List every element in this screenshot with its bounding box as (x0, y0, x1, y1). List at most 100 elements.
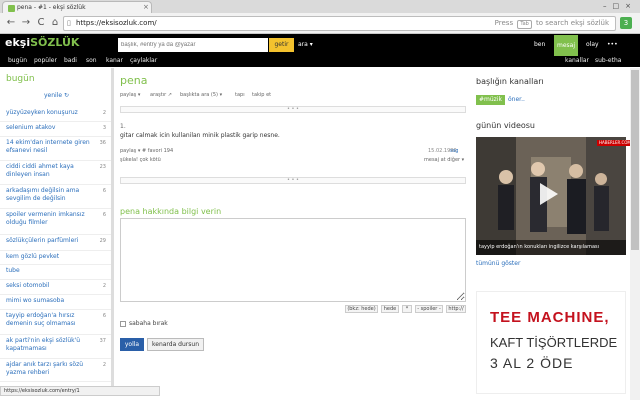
address-bar[interactable]: ▯ https://eksisozluk.com/ Press Tab to s… (63, 16, 616, 31)
url-text: https://eksisozluk.com/ (76, 19, 157, 27)
topic-title: ciddi ciddi ahmet kaya dinleyen insan (6, 163, 74, 178)
see-all-link[interactable]: tümünü göster (476, 260, 520, 267)
entry-author[interactable]: ssg (450, 148, 458, 154)
entry-actions[interactable]: paylaş ▾ # favori 194 (120, 148, 173, 155)
ad-subline: KAFT TİŞÖRTLERDE (490, 335, 618, 350)
hede-button[interactable]: hede (381, 305, 399, 313)
tab-key-icon: Tab (517, 20, 532, 29)
channels-title: başlığın kanalları (476, 77, 544, 86)
logo-part-b: SÖZLÜK (30, 36, 80, 49)
browser-toolbar: ← → C ⌂ ▯ https://eksisozluk.com/ Press … (0, 13, 640, 34)
site-logo[interactable]: ekşiSÖZLÜK (5, 36, 79, 49)
search-in-topic[interactable]: başlıkta ara (5) ▾ (180, 92, 222, 99)
topic-title: 14 ekim'dan internete giren efsanevi nes… (6, 139, 90, 154)
reload-icon[interactable]: C (34, 16, 48, 30)
pagination-dots-bottom[interactable]: • • • (120, 177, 466, 184)
topic-count: 2 (102, 110, 106, 116)
back-icon[interactable]: ← (4, 16, 18, 30)
topic-list-item[interactable]: yüzyüzeyken konuşuruz 2 (0, 108, 112, 122)
nav-kanallar[interactable]: kanallar (565, 57, 589, 65)
pagination-dots[interactable]: • • • (120, 106, 466, 113)
channel-tag[interactable]: #müzik (476, 95, 505, 105)
topic-count: 29 (99, 238, 106, 244)
hint-suffix: to search ekşi sözlük (536, 19, 609, 27)
save-for-morning-checkbox[interactable] (120, 321, 126, 327)
topic-list-item[interactable]: spoiler vermenin imkansız olduğu filmler… (0, 210, 112, 235)
topic-list-item[interactable]: ciddi ciddi ahmet kaya dinleyen insan 23 (0, 162, 112, 185)
entry-vote[interactable]: şükela! çok kötü (120, 157, 161, 164)
topic-title: selenium atakov (6, 124, 56, 131)
messages-button[interactable]: mesaj (554, 35, 578, 56)
nav-sub-etha[interactable]: sub-etha (595, 57, 621, 65)
nav-bugun[interactable]: bugün (8, 57, 27, 65)
topic-list-item[interactable]: ajdar anık tarzı şarkı sözü yazma rehber… (0, 360, 112, 382)
omnibox-search-hint: Press Tab to search ekşi sözlük (495, 17, 609, 30)
search-input[interactable] (118, 38, 268, 52)
left-section-title[interactable]: bugün (6, 74, 35, 84)
topic-list-item[interactable]: tube (0, 266, 112, 280)
topic-list-item[interactable]: seksi otomobil 2 (0, 281, 112, 295)
topic-title: arkadaşımı değilsin ama sevgilim de deği… (6, 187, 80, 202)
topic-list-item[interactable]: sözlükçülerin parfümleri 29 (0, 236, 112, 251)
bkz-button[interactable]: (bkz: hede) (345, 305, 378, 313)
browser-tab[interactable]: pena - #1 - ekşi sözlük × (2, 1, 152, 13)
topic-title: spoiler vermenin imkansız olduğu filmler (6, 211, 85, 226)
search-mode-dropdown[interactable]: ara ▾ (298, 38, 313, 52)
link-button[interactable]: http:// (446, 305, 466, 313)
logo-part-a: ekşi (5, 36, 31, 49)
topic-list-item[interactable]: tayyip erdoğan'a hırsız demenin suç olma… (0, 311, 112, 335)
page-scrollbar-thumb[interactable] (631, 70, 639, 250)
topic-list-item[interactable]: kem gözlü pevket (0, 252, 112, 265)
entry-textarea[interactable] (120, 218, 466, 302)
page-info-icon[interactable]: ▯ (67, 17, 71, 30)
ad-offer: 3 AL 2 ÖDE (490, 355, 574, 371)
profile-link[interactable]: ben (534, 38, 545, 52)
hint-prefix: Press (494, 19, 514, 27)
save-draft-button[interactable]: kenarda dursun (147, 338, 204, 351)
topic-title: seksi otomobil (6, 282, 50, 289)
topic-title: ajdar anık tarzı şarkı sözü yazma rehber… (6, 361, 84, 376)
left-scrollbar[interactable] (111, 68, 114, 390)
star-button[interactable]: * (402, 305, 412, 313)
window-controls[interactable]: –□× (603, 1, 637, 11)
events-link[interactable]: olay (586, 38, 599, 52)
video-section-title: günün videosu (476, 121, 535, 130)
suggest-link[interactable]: öner.. (508, 95, 525, 105)
topic-count: 36 (99, 140, 106, 146)
nav-son[interactable]: son (86, 57, 97, 65)
topic-list-item[interactable]: 14 ekim'dan internete giren efsanevi nes… (0, 138, 112, 161)
nav-kanar[interactable]: kanar (106, 57, 123, 65)
topic-title: yüzyüzeyken konuşuruz (6, 109, 78, 116)
video-source-badge: HABERLER.COM (597, 140, 633, 146)
extension-icon[interactable]: 3 (620, 17, 632, 29)
topic-list-item[interactable]: ak parti'nin ekşi sözlük'ü kapatmaması 37 (0, 336, 112, 359)
nav-populer[interactable]: popüler (34, 57, 57, 65)
follow-button[interactable]: takip et (252, 92, 271, 99)
spoiler-button[interactable]: - spoiler - (415, 305, 443, 313)
topic-count: 6 (102, 212, 106, 218)
topic-count: 6 (102, 188, 106, 194)
nav-caylaklar[interactable]: çaylaklar (130, 57, 157, 65)
research-link[interactable]: araştır ↗ (150, 92, 172, 99)
forward-icon[interactable]: → (19, 16, 33, 30)
menu-dots-icon[interactable]: ••• (607, 38, 618, 52)
home-icon[interactable]: ⌂ (48, 16, 62, 30)
video-caption[interactable]: tayyip erdoğan'ın konukları ingilizce ka… (476, 240, 626, 255)
close-tab-icon[interactable]: × (143, 2, 149, 13)
page-title[interactable]: pena (120, 74, 147, 87)
topic-title: tayyip erdoğan'a hırsız demenin suç olma… (6, 312, 76, 327)
topic-list-item[interactable]: mimi wo sumasoba (0, 296, 112, 310)
tab-title: pena - #1 - ekşi sözlük (17, 4, 86, 11)
topic-list-item[interactable]: arkadaşımı değilsin ama sevgilim de deği… (0, 186, 112, 209)
submit-button[interactable]: yolla (120, 338, 144, 351)
share-menu[interactable]: paylaş ▾ (120, 92, 140, 99)
nav-badi[interactable]: badi (64, 57, 77, 65)
topic-title: ak parti'nin ekşi sözlük'ü kapatmaması (6, 337, 81, 352)
entry-more-actions[interactable]: mesaj at diğer ▾ (424, 157, 464, 164)
topic-list-item[interactable]: selenium atakov 3 (0, 123, 112, 137)
topic-count: 23 (99, 164, 106, 170)
play-icon[interactable] (540, 183, 558, 205)
refresh-button[interactable]: yenile ↻ (44, 92, 69, 99)
topic-link[interactable]: tapı (235, 92, 245, 99)
search-button[interactable]: getir (269, 38, 294, 52)
